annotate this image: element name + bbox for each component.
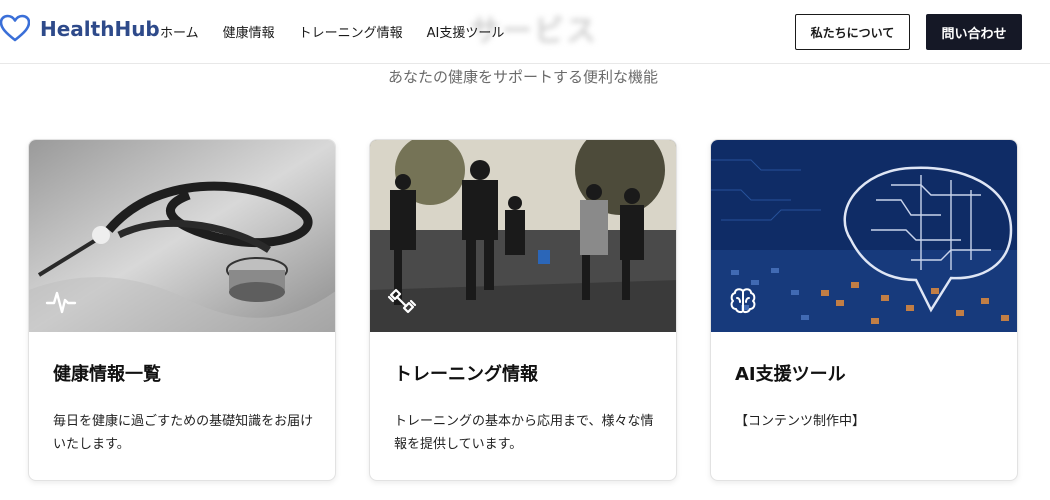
site-header: HealthHub ホーム 健康情報 トレーニング情報 AI支援ツール 私たちに… [0, 0, 1050, 64]
brand-name: HealthHub [40, 17, 160, 41]
ai-brain-image [711, 140, 1017, 332]
brain-icon [730, 288, 756, 314]
brand-logo[interactable]: HealthHub [0, 14, 160, 44]
contact-button[interactable]: 問い合わせ [926, 14, 1022, 50]
nav-training-info[interactable]: トレーニング情報 [299, 22, 403, 41]
card-description: 【コンテンツ制作中】 [735, 414, 866, 429]
heartbeat-icon [45, 291, 77, 314]
section-subtitle: あなたの健康をサポートする便利な機能 [387, 68, 658, 86]
stethoscope-image [29, 140, 335, 332]
nav-home[interactable]: ホーム [160, 22, 199, 41]
nav-ai-tools[interactable]: AI支援ツール [427, 22, 505, 41]
heart-icon [0, 14, 30, 42]
main-nav: ホーム 健康情報 トレーニング情報 AI支援ツール [160, 22, 504, 41]
card-title: AI支援ツール [735, 364, 846, 385]
card-title: トレーニング情報 [394, 364, 538, 385]
about-us-button[interactable]: 私たちについて [795, 14, 910, 50]
runners-image [370, 140, 676, 332]
dumbbell-icon [387, 288, 417, 314]
card-ai-tools[interactable]: AI支援ツール 【コンテンツ制作中】 [710, 139, 1018, 481]
card-description: 毎日を健康に過ごすための基礎知識をお届けいたします。 [53, 414, 314, 452]
card-training-info[interactable]: トレーニング情報 トレーニングの基本から応用まで、様々な情報を提供しています。 [369, 139, 677, 481]
card-title: 健康情報一覧 [53, 364, 161, 385]
nav-health-info[interactable]: 健康情報 [223, 22, 275, 41]
card-health-info[interactable]: 健康情報一覧 毎日を健康に過ごすための基礎知識をお届けいたします。 [28, 139, 336, 481]
card-description: トレーニングの基本から応用まで、様々な情報を提供しています。 [394, 414, 654, 452]
